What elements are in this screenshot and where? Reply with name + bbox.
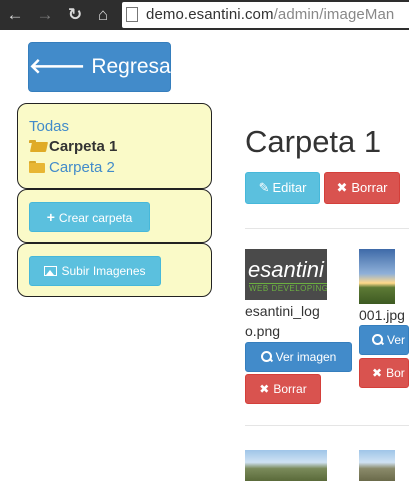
divider — [245, 425, 409, 426]
address-bar[interactable]: demo.esantini.com/admin/imageMan — [122, 2, 409, 28]
upload-images-label: Subir Imagenes — [61, 264, 146, 278]
delete-button-label: Borrar — [351, 180, 388, 195]
folder-tree-panel: Todas Carpeta 1 Carpeta 2 — [17, 103, 212, 189]
upload-images-panel: Subir Imagenes — [17, 243, 212, 297]
delete-folder-button[interactable]: ✖ Borrar — [324, 172, 400, 204]
divider — [245, 228, 409, 229]
back-button[interactable]: 🡐 Regresar — [28, 42, 178, 92]
close-icon: ✖ — [259, 382, 270, 396]
folder-icon — [29, 161, 46, 173]
back-button-label: Regresar — [91, 55, 178, 78]
image-thumbnail[interactable] — [359, 450, 395, 481]
delete-image-label: Bor — [386, 366, 405, 380]
tree-item-carpeta-1[interactable]: Carpeta 1 — [29, 138, 117, 155]
view-image-label: Ver — [387, 333, 406, 347]
delete-image-label: Borrar — [273, 382, 307, 396]
image-filename: esantini_logo.png — [245, 303, 320, 339]
tree-item-all[interactable]: Todas — [29, 118, 69, 135]
tree-item-carpeta-2[interactable]: Carpeta 2 — [29, 159, 115, 176]
image-thumbnail[interactable]: esantini WEB DEVELOPING — [245, 249, 327, 300]
edit-button[interactable]: ✎ Editar — [245, 172, 320, 204]
image-thumbnail[interactable] — [245, 450, 327, 481]
plus-icon: + — [46, 209, 55, 225]
logo-tagline: WEB DEVELOPING — [249, 283, 327, 293]
url-text: demo.esantini.com/admin/imageMan — [146, 6, 394, 23]
edit-button-label: Editar — [272, 180, 307, 195]
page-icon — [126, 7, 138, 22]
delete-image-button[interactable]: ✖ Bor — [359, 358, 409, 388]
tree-item-label: Carpeta 1 — [49, 138, 118, 155]
image-thumbnail[interactable] — [359, 249, 395, 304]
view-image-button[interactable]: Ver imagen — [245, 342, 352, 372]
create-folder-button[interactable]: + Crear carpeta — [29, 202, 150, 232]
view-image-button[interactable]: Ver — [359, 325, 409, 355]
picture-icon — [44, 266, 58, 276]
back-arrow-icon[interactable]: ← — [4, 4, 26, 26]
arrow-left-icon: 🡐 — [29, 55, 86, 78]
page-title: Carpeta 1 — [245, 124, 382, 159]
close-icon: ✖ — [336, 180, 348, 195]
view-image-label: Ver imagen — [275, 350, 337, 364]
browser-toolbar: ← → ↻ ⌂ demo.esantini.com/admin/imageMan — [0, 0, 409, 30]
folder-open-icon — [29, 140, 49, 152]
pencil-icon: ✎ — [258, 180, 270, 195]
delete-image-button[interactable]: ✖ Borrar — [245, 374, 321, 404]
url-path: /admin/imageMan — [273, 6, 395, 23]
forward-arrow-icon[interactable]: → — [34, 4, 56, 26]
zoom-icon — [260, 351, 272, 362]
create-folder-label: Crear carpeta — [58, 211, 133, 225]
tree-item-label: Carpeta 2 — [49, 159, 115, 176]
url-host: demo.esantini.com — [146, 6, 274, 23]
home-icon[interactable]: ⌂ — [92, 4, 114, 26]
close-icon: ✖ — [372, 366, 383, 380]
create-folder-panel: + Crear carpeta — [17, 189, 212, 243]
logo-wordmark: esantini — [248, 257, 324, 282]
zoom-icon — [372, 334, 383, 345]
upload-images-button[interactable]: Subir Imagenes — [29, 256, 161, 286]
reload-icon[interactable]: ↻ — [64, 4, 86, 26]
image-filename: 001.jpg — [359, 307, 405, 323]
